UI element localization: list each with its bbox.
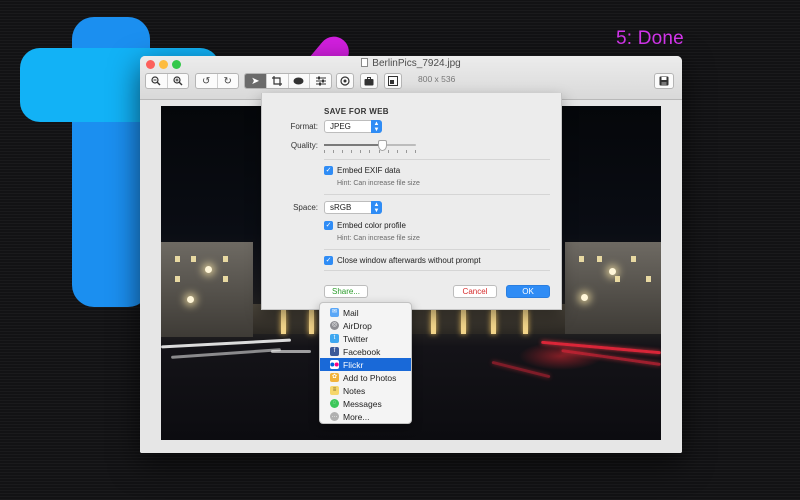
briefcase-icon[interactable] [360, 73, 378, 89]
flickr-icon [330, 360, 339, 369]
color-space-select[interactable]: sRGB ▲ ▼ [324, 201, 382, 214]
save-for-web-sheet: SAVE FOR WEB Format: JPEG ▲ ▼ Quality: ✓ … [261, 93, 562, 310]
quality-ticks [324, 150, 416, 153]
separator [324, 270, 550, 271]
color-space-value: sRGB [330, 203, 352, 212]
separator [324, 159, 550, 160]
menu-item-label: Mail [343, 307, 359, 318]
save-icon[interactable] [654, 73, 674, 89]
share-menu-item-add-to-photos[interactable]: ✿ Add to Photos [320, 371, 411, 384]
menu-item-label: AirDrop [343, 320, 372, 331]
cancel-button[interactable]: Cancel [453, 285, 497, 298]
rotate-control: ↺ ↻ [195, 73, 239, 89]
quality-slider-fill [324, 144, 383, 146]
window-title: BerlinPics_7924.jpg [140, 58, 682, 69]
separator [324, 194, 550, 195]
checkmark-icon: ✓ [324, 166, 333, 175]
menu-item-label: Notes [343, 385, 366, 396]
rotate-left-icon[interactable]: ↺ [196, 74, 217, 88]
share-menu-item-mail[interactable]: ✉ Mail [320, 306, 411, 319]
share-menu: ✉ Mail ◎ AirDrop t Twitter f Facebook Fl… [319, 302, 412, 424]
embed-color-profile-checkbox[interactable]: ✓ Embed color profile [324, 220, 406, 231]
format-select[interactable]: JPEG ▲ ▼ [324, 120, 382, 133]
quality-slider[interactable] [324, 140, 416, 151]
menu-item-label: More... [343, 411, 370, 422]
embed-color-label: Embed color profile [337, 221, 406, 230]
share-menu-item-more[interactable]: … More... [320, 410, 411, 423]
share-menu-item-airdrop[interactable]: ◎ AirDrop [320, 319, 411, 332]
share-menu-item-notes[interactable]: ≡ Notes [320, 384, 411, 397]
close-window-label: Close window afterwards without prompt [337, 256, 481, 265]
format-label: Format: [290, 122, 318, 131]
format-value: JPEG [330, 122, 351, 131]
space-label: Space: [293, 203, 318, 212]
more-icon: … [330, 412, 339, 421]
effects-icon[interactable] [336, 73, 354, 89]
checkmark-icon: ✓ [324, 256, 333, 265]
embed-exif-label: Embed EXIF data [337, 166, 401, 175]
quality-label: Quality: [290, 141, 318, 150]
image-dimensions: 800 x 536 [418, 74, 456, 84]
airdrop-icon: ◎ [330, 321, 339, 330]
tool-selector: ➤ [244, 73, 332, 89]
share-menu-item-flickr[interactable]: Flickr [320, 358, 411, 371]
separator [324, 249, 550, 250]
menu-item-label: Twitter [343, 333, 369, 344]
document-icon [361, 58, 369, 67]
sheet-heading: SAVE FOR WEB [324, 107, 389, 116]
notes-icon: ≡ [330, 386, 339, 395]
checkmark-icon: ✓ [324, 221, 333, 230]
embed-exif-hint: Hint: Can increase file size [337, 180, 420, 187]
window-title-text: BerlinPics_7924.jpg [372, 58, 461, 69]
zoom-in-icon[interactable] [166, 74, 189, 88]
zoom-out-icon[interactable] [146, 74, 167, 88]
ellipse-icon[interactable] [287, 74, 310, 88]
step-label: 5: Done [616, 28, 684, 49]
popup-arrows-icon: ▲ ▼ [371, 120, 382, 133]
pointer-icon[interactable]: ➤ [245, 74, 266, 88]
rotate-right-icon[interactable]: ↻ [216, 74, 239, 88]
photos-icon: ✿ [330, 373, 339, 382]
embed-color-hint: Hint: Can increase file size [337, 235, 420, 242]
messages-icon: ◌ [330, 399, 339, 408]
mail-icon: ✉ [330, 308, 339, 317]
zoom-control [145, 73, 189, 89]
ok-button[interactable]: OK [506, 285, 550, 298]
adjust-icon[interactable] [309, 74, 331, 88]
share-menu-item-facebook[interactable]: f Facebook [320, 345, 411, 358]
close-window-checkbox[interactable]: ✓ Close window afterwards without prompt [324, 255, 481, 266]
crop-icon[interactable] [265, 74, 288, 88]
share-menu-item-messages[interactable]: ◌ Messages [320, 397, 411, 410]
share-button[interactable]: Share... [324, 285, 368, 298]
menu-item-label: Messages [343, 398, 382, 409]
embed-exif-checkbox[interactable]: ✓ Embed EXIF data [324, 165, 400, 176]
share-menu-item-twitter[interactable]: t Twitter [320, 332, 411, 345]
menu-item-label: Facebook [343, 346, 381, 357]
menu-item-label: Add to Photos [343, 372, 397, 383]
popup-arrows-icon: ▲ ▼ [371, 201, 382, 214]
twitter-icon: t [330, 334, 339, 343]
menu-item-label: Flickr [343, 359, 364, 370]
facebook-icon: f [330, 347, 339, 356]
resize-icon[interactable] [384, 73, 402, 89]
